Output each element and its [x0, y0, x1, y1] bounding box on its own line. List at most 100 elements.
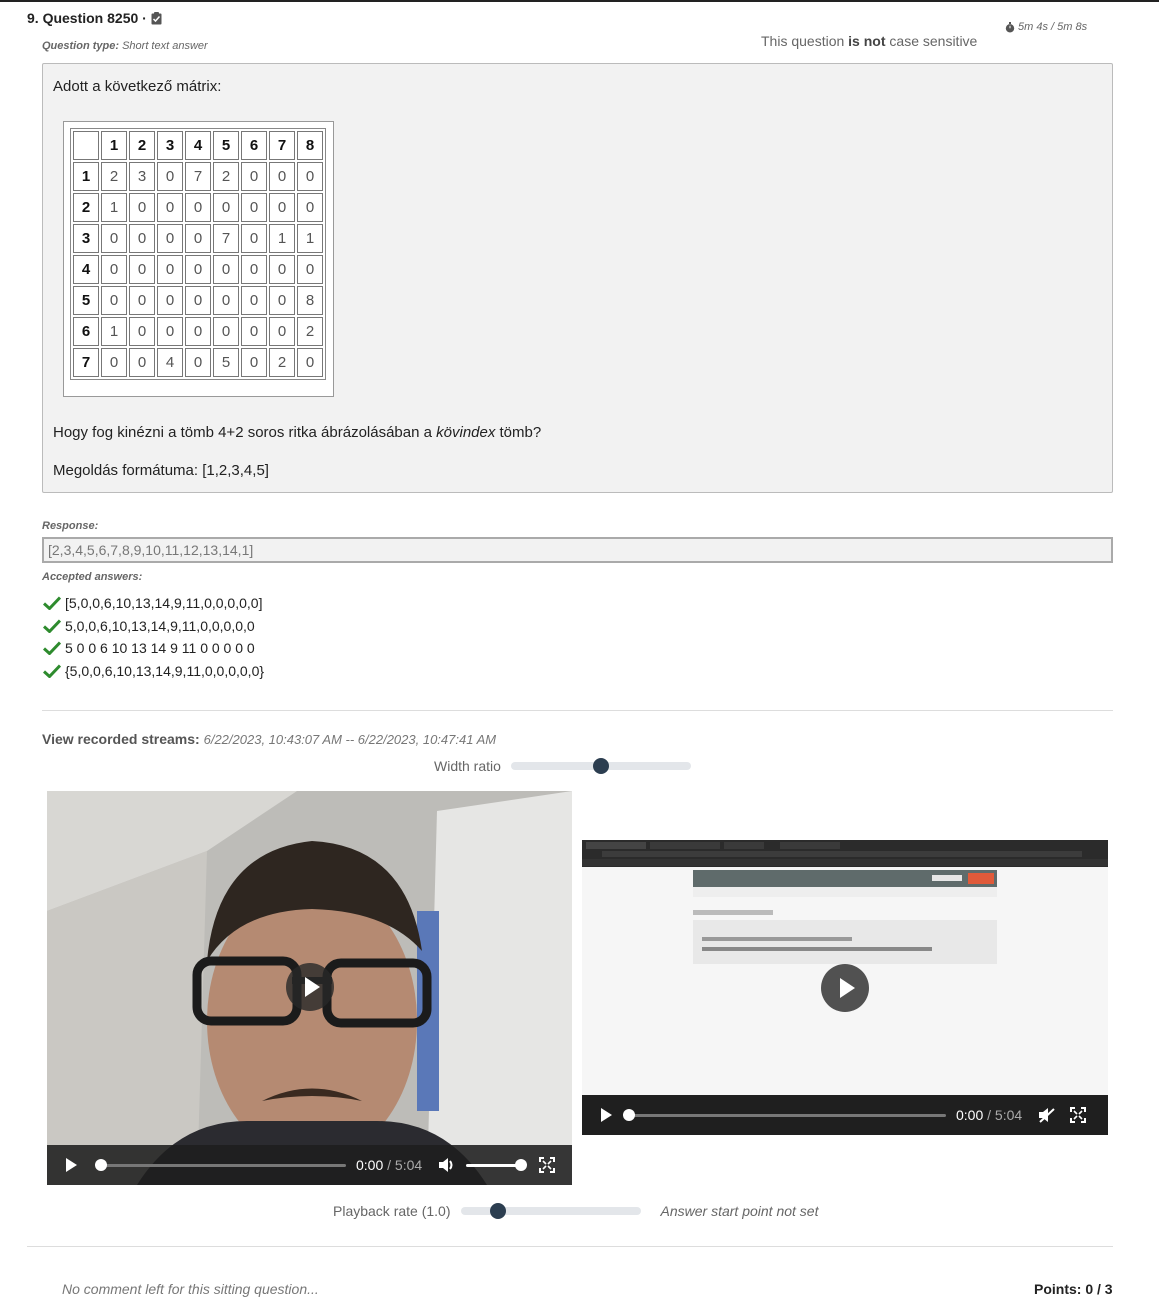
- playback-rate-thumb[interactable]: [490, 1203, 507, 1219]
- duration: 5:04: [394, 1157, 423, 1173]
- streams-label: View recorded streams:: [42, 731, 200, 747]
- playback-rate-slider[interactable]: [460, 1203, 641, 1219]
- matrix-cell: 0: [129, 286, 155, 315]
- matrix-cell: 3: [129, 162, 155, 191]
- accepted-answer-item: {5,0,0,6,10,13,14,9,11,0,0,0,0,0}: [43, 660, 264, 683]
- width-ratio-label: Width ratio: [434, 758, 501, 774]
- matrix-cell: 0: [101, 348, 127, 377]
- matrix-table: 1 2 3 4 5 6 7 8 1 2 3 0 7 2 0 0 0 2 1 0 …: [70, 128, 326, 380]
- progress-bar[interactable]: [623, 1108, 946, 1121]
- matrix-cell: 0: [185, 255, 211, 284]
- matrix-row: 1 2 3 0 7 2 0 0 0: [73, 162, 323, 191]
- volume-muted-icon[interactable]: [1038, 1107, 1056, 1123]
- matrix-cell: 0: [129, 224, 155, 253]
- matrix-row-header: 7: [73, 348, 99, 377]
- matrix-cell: 0: [129, 193, 155, 222]
- case-strong: is not: [848, 33, 886, 49]
- matrix-cell: 0: [185, 317, 211, 346]
- check-icon: [43, 619, 61, 633]
- matrix-row-header: 5: [73, 286, 99, 315]
- screen-recording-video[interactable]: 0:00 / 5:04: [582, 840, 1108, 1135]
- accepted-answer-text: {5,0,0,6,10,13,14,9,11,0,0,0,0,0}: [65, 662, 265, 679]
- play-icon[interactable]: [66, 1158, 77, 1172]
- matrix-cell: 0: [213, 286, 239, 315]
- matrix-header-cell: 3: [157, 131, 183, 160]
- matrix-header-cell: 1: [101, 131, 127, 160]
- question-type-value: Short text answer: [122, 40, 208, 52]
- volume-icon[interactable]: [438, 1157, 456, 1173]
- matrix-row-header: 6: [73, 317, 99, 346]
- webcam-video[interactable]: 0:00 / 5:04: [47, 791, 572, 1185]
- matrix-cell: 0: [269, 286, 295, 315]
- response-field: [2,3,4,5,6,7,8,9,10,11,12,13,14,1]: [42, 537, 1113, 563]
- matrix-cell: 5: [213, 348, 239, 377]
- matrix-row: 2 1 0 0 0 0 0 0 0: [73, 193, 323, 222]
- matrix-header-cell: [73, 131, 99, 160]
- matrix-cell: 0: [241, 286, 267, 315]
- accepted-answer-text: [5,0,0,6,10,13,14,9,11,0,0,0,0,0]: [65, 595, 263, 612]
- matrix-cell: 0: [241, 317, 267, 346]
- playback-rate-control: Playback rate (1.0) Answer start point n…: [333, 1203, 818, 1219]
- time-display: 0:00 / 5:04: [356, 1157, 422, 1173]
- accepted-answer-text: 5 0 0 6 10 13 14 9 11 0 0 0 0 0: [65, 640, 255, 657]
- matrix-cell: 1: [297, 224, 323, 253]
- response-label: Response:: [42, 520, 99, 532]
- width-ratio-thumb[interactable]: [592, 758, 609, 774]
- matrix-cell: 0: [297, 193, 323, 222]
- question-intro: Adott a következő mátrix:: [53, 78, 222, 95]
- matrix-cell: 0: [185, 193, 211, 222]
- matrix-cell: 2: [101, 162, 127, 191]
- timer-value: 5m 4s / 5m 8s: [1018, 21, 1088, 33]
- volume-thumb[interactable]: [515, 1158, 528, 1171]
- format-line: Megoldás formátuma: [1,2,3,4,5]: [53, 462, 269, 479]
- play-icon[interactable]: [601, 1108, 612, 1122]
- matrix-row: 4 0 0 0 0 0 0 0 0: [73, 255, 323, 284]
- matrix-row-header: 4: [73, 255, 99, 284]
- prompt-text-end: tömb?: [495, 424, 542, 441]
- current-time: 0:00: [356, 1157, 384, 1173]
- check-icon: [43, 596, 61, 611]
- fullscreen-icon[interactable]: [1070, 1107, 1087, 1123]
- matrix-cell: 0: [213, 317, 239, 346]
- accepted-answers-list: [5,0,0,6,10,13,14,9,11,0,0,0,0,0] 5,0,0,…: [43, 592, 264, 682]
- clipboard-check-icon[interactable]: [151, 11, 162, 25]
- matrix-cell: 0: [157, 317, 183, 346]
- matrix-cell: 0: [157, 224, 183, 253]
- progress-thumb[interactable]: [623, 1108, 635, 1121]
- matrix-cell: 0: [213, 193, 239, 222]
- matrix-row: 7 0 0 4 0 5 0 2 0: [73, 348, 323, 377]
- matrix-cell: 0: [157, 255, 183, 284]
- matrix-header-cell: 2: [129, 131, 155, 160]
- matrix-row-header: 3: [73, 224, 99, 253]
- progress-bar[interactable]: [95, 1158, 346, 1171]
- fullscreen-icon[interactable]: [539, 1157, 556, 1173]
- matrix-cell: 0: [269, 255, 295, 284]
- matrix-header-cell: 6: [241, 131, 267, 160]
- matrix-cell: 0: [157, 162, 183, 191]
- matrix-cell: 0: [129, 348, 155, 377]
- video-controls: 0:00 / 5:04: [582, 1095, 1108, 1135]
- video-controls: 0:00 / 5:04: [47, 1145, 572, 1185]
- play-overlay-button[interactable]: [821, 964, 869, 1012]
- matrix-cell: 0: [129, 317, 155, 346]
- width-ratio-slider[interactable]: [510, 758, 691, 774]
- playback-rate-label: Playback rate (1.0): [333, 1203, 451, 1219]
- prompt-text: Hogy fog kinézni a tömb 4+2 soros ritka …: [53, 424, 437, 441]
- matrix-cell: 7: [185, 162, 211, 191]
- time-separator: /: [983, 1107, 995, 1123]
- accepted-answer-item: [5,0,0,6,10,13,14,9,11,0,0,0,0,0]: [43, 592, 264, 615]
- volume-slider[interactable]: [466, 1158, 528, 1171]
- duration: 5:04: [994, 1107, 1023, 1123]
- check-icon: [43, 641, 61, 656]
- progress-thumb[interactable]: [95, 1158, 107, 1171]
- matrix-cell: 0: [241, 255, 267, 284]
- width-ratio-control: Width ratio: [434, 758, 691, 774]
- accepted-answer-text: 5,0,0,6,10,13,14,9,11,0,0,0,0,0: [65, 617, 255, 634]
- matrix-header-cell: 5: [213, 131, 239, 160]
- accepted-answers-label: Accepted answers:: [42, 571, 143, 583]
- matrix-row: 5 0 0 0 0 0 0 0 8: [73, 286, 323, 315]
- section-divider: [42, 710, 1113, 711]
- play-overlay-button[interactable]: [286, 963, 334, 1011]
- question-panel: Adott a következő mátrix: 1 2 3 4 5 6 7 …: [42, 63, 1113, 493]
- matrix-cell: 7: [213, 224, 239, 253]
